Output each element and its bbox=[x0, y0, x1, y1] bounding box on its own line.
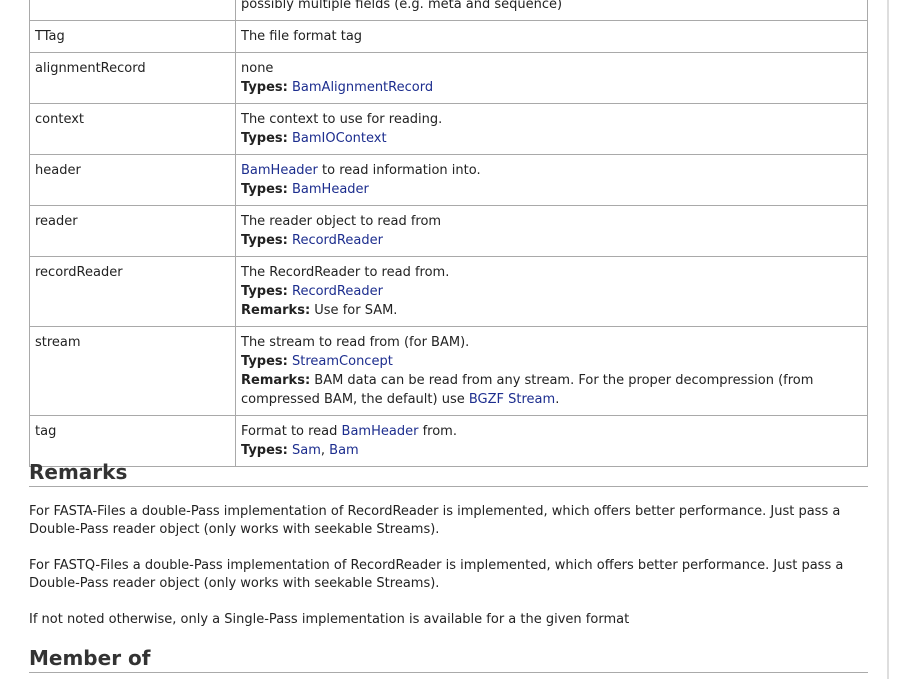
param-name: reader bbox=[29, 205, 236, 257]
description-line: Types: StreamConcept bbox=[241, 352, 862, 371]
field-label: Types: bbox=[241, 182, 288, 197]
field-label: Remarks: bbox=[241, 303, 311, 318]
description-line: The reader object to read from bbox=[241, 212, 862, 231]
description-text: The file format tag bbox=[241, 29, 363, 44]
remarks-paragraph-1: For FASTA-Files a double-Pass implementa… bbox=[29, 504, 841, 537]
description-text: Format to read bbox=[241, 424, 342, 439]
param-description: The file format tag bbox=[235, 20, 868, 53]
description-text: , bbox=[320, 443, 330, 458]
param-description: The context to use for reading. Types: Ba… bbox=[235, 103, 868, 155]
param-description: The stream to read from (for BAM). Types:… bbox=[235, 326, 868, 416]
description-text: The RecordReader to read from. bbox=[241, 265, 450, 280]
param-description: none Types: BamAlignmentRecord bbox=[235, 52, 868, 104]
param-name: stream bbox=[29, 326, 236, 416]
param-name bbox=[29, 0, 236, 21]
type-link[interactable]: BamAlignmentRecord bbox=[292, 80, 433, 95]
remarks-section: Remarks For FASTA-Files a double-Pass im… bbox=[29, 460, 868, 629]
field-label: Remarks: bbox=[241, 373, 311, 388]
param-row: context The context to use for reading. Ty… bbox=[29, 103, 868, 155]
member-of-heading: Member of bbox=[29, 646, 868, 673]
type-link[interactable]: BGZF Stream bbox=[469, 392, 555, 407]
param-row: reader The reader object to read from Type… bbox=[29, 205, 868, 257]
description-line: The stream to read from (for BAM). bbox=[241, 333, 862, 352]
type-link[interactable]: BamHeader bbox=[292, 182, 369, 197]
type-link[interactable]: RecordReader bbox=[292, 284, 383, 299]
description-line: none bbox=[241, 59, 862, 78]
param-description: Format to read BamHeader from. Types: Sam… bbox=[235, 415, 868, 467]
type-link[interactable]: StreamConcept bbox=[292, 354, 393, 369]
type-link[interactable]: BamHeader bbox=[342, 424, 419, 439]
description-text: none bbox=[241, 61, 274, 76]
field-label: Types: bbox=[241, 443, 288, 458]
type-link[interactable]: Sam bbox=[292, 443, 321, 458]
field-label: Types: bbox=[241, 131, 288, 146]
description-line: Remarks: BAM data can be read from any s… bbox=[241, 371, 862, 409]
description-text: from. bbox=[418, 424, 457, 439]
description-line: Types: BamAlignmentRecord bbox=[241, 78, 862, 97]
type-link[interactable]: BamIOContext bbox=[292, 131, 387, 146]
member-of-section: Member of bbox=[29, 646, 868, 673]
remarks-paragraph-2: For FASTQ-Files a double-Pass implementa… bbox=[29, 558, 844, 591]
param-name: context bbox=[29, 103, 236, 155]
parameters-table: possibly multiple fields (e.g. meta and … bbox=[29, 0, 868, 467]
param-description: BamHeader to read information into. Types… bbox=[235, 154, 868, 206]
description-text: The context to use for reading. bbox=[241, 112, 443, 127]
description-line: The RecordReader to read from. bbox=[241, 263, 862, 282]
description-text: possibly multiple fields (e.g. meta and … bbox=[241, 0, 563, 12]
field-label: Types: bbox=[241, 284, 288, 299]
documentation-page: possibly multiple fields (e.g. meta and … bbox=[0, 0, 901, 679]
remarks-heading: Remarks bbox=[29, 460, 868, 487]
param-row: tag Format to read BamHeader from. Types: … bbox=[29, 415, 868, 467]
param-row: possibly multiple fields (e.g. meta and … bbox=[29, 0, 868, 21]
param-description: The reader object to read from Types: Rec… bbox=[235, 205, 868, 257]
page-right-border bbox=[887, 0, 889, 679]
param-description: possibly multiple fields (e.g. meta and … bbox=[235, 0, 868, 21]
param-row: recordReader The RecordReader to read fro… bbox=[29, 256, 868, 327]
description-text: . bbox=[555, 392, 560, 407]
param-description: The RecordReader to read from. Types: Rec… bbox=[235, 256, 868, 327]
type-link[interactable]: Bam bbox=[329, 443, 359, 458]
param-row: stream The stream to read from (for BAM).… bbox=[29, 326, 868, 416]
description-line: Types: RecordReader bbox=[241, 231, 862, 250]
param-name: header bbox=[29, 154, 236, 206]
description-line: The file format tag bbox=[241, 27, 862, 46]
description-line: Types: Sam, Bam bbox=[241, 441, 862, 460]
param-name: tag bbox=[29, 415, 236, 467]
description-line: Types: RecordReader bbox=[241, 282, 862, 301]
type-link[interactable]: BamHeader bbox=[241, 163, 318, 178]
description-line: BamHeader to read information into. bbox=[241, 161, 862, 180]
field-label: Types: bbox=[241, 80, 288, 95]
description-text: Use for SAM. bbox=[310, 303, 398, 318]
type-link[interactable]: RecordReader bbox=[292, 233, 383, 248]
param-row: TTag The file format tag bbox=[29, 20, 868, 53]
field-label: Types: bbox=[241, 233, 288, 248]
description-line: Format to read BamHeader from. bbox=[241, 422, 862, 441]
description-text: The stream to read from (for BAM). bbox=[241, 335, 470, 350]
description-line: possibly multiple fields (e.g. meta and … bbox=[241, 0, 862, 14]
description-line: Types: BamHeader bbox=[241, 180, 862, 199]
param-row: alignmentRecord none Types: BamAlignmentRe… bbox=[29, 52, 868, 104]
description-text: to read information into. bbox=[317, 163, 481, 178]
param-row: header BamHeader to read information into… bbox=[29, 154, 868, 206]
description-text: The reader object to read from bbox=[241, 214, 442, 229]
param-name: TTag bbox=[29, 20, 236, 53]
description-line: Types: BamIOContext bbox=[241, 129, 862, 148]
description-line: Remarks: Use for SAM. bbox=[241, 301, 862, 320]
description-line: The context to use for reading. bbox=[241, 110, 862, 129]
remarks-paragraph-3: If not noted otherwise, only a Single-Pa… bbox=[29, 612, 630, 627]
param-name: alignmentRecord bbox=[29, 52, 236, 104]
field-label: Types: bbox=[241, 354, 288, 369]
param-name: recordReader bbox=[29, 256, 236, 327]
